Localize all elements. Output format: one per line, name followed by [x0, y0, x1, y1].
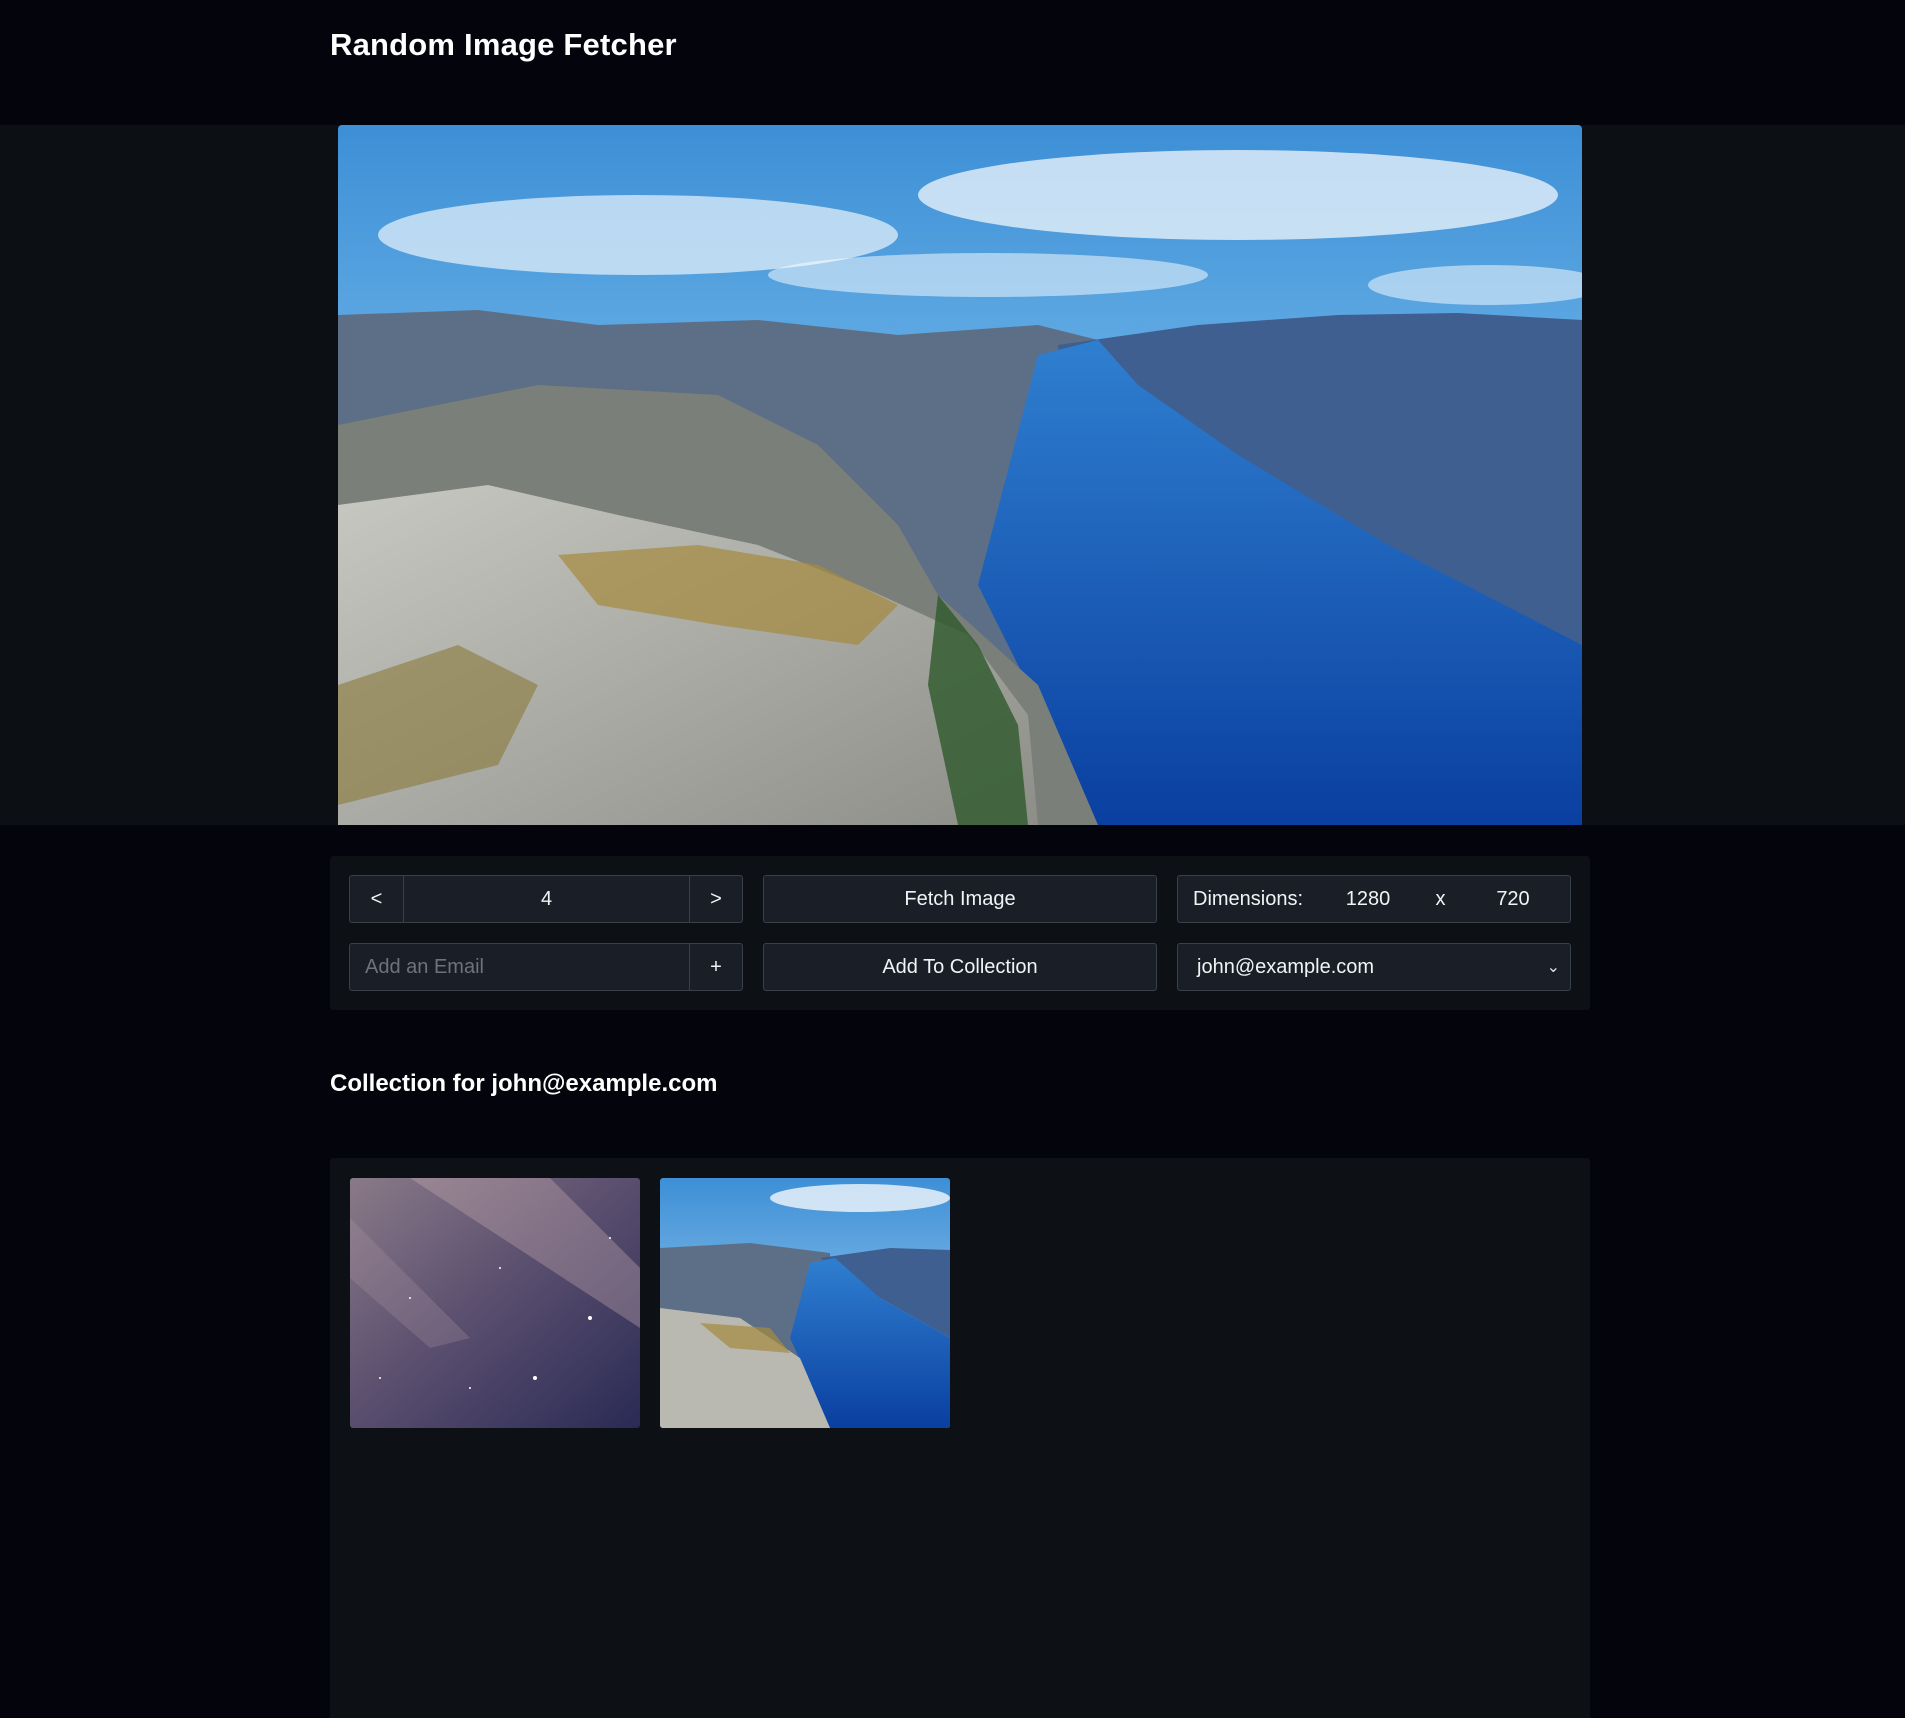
fjord-landscape-icon — [338, 125, 1582, 825]
page: Random Image Fetcher < 4 > Fetch Image D… — [0, 0, 1905, 1718]
chevron-down-icon: ⌄ — [1546, 959, 1560, 976]
times-separator: x — [1435, 887, 1446, 910]
fetch-image-button[interactable]: Fetch Image — [763, 875, 1157, 923]
height-value[interactable]: 720 — [1468, 888, 1558, 911]
image-index-value[interactable]: 4 — [404, 876, 689, 922]
user-email-select-value: john@example.com — [1197, 955, 1375, 978]
collection-item[interactable] — [660, 1178, 950, 1428]
image-index-stepper: < 4 > — [349, 875, 743, 923]
user-email-select[interactable]: john@example.com ⌄ — [1177, 943, 1571, 991]
fjord-landscape-icon — [660, 1178, 950, 1428]
add-to-collection-button[interactable]: Add To Collection — [763, 943, 1157, 991]
dimensions-field: Dimensions: 1280 x 720 — [1177, 875, 1571, 923]
night-sky-icon — [350, 1178, 640, 1428]
current-image — [338, 125, 1582, 825]
app-title: Random Image Fetcher — [330, 27, 677, 62]
email-input-group: + — [349, 943, 743, 991]
add-email-button[interactable]: + — [689, 944, 742, 990]
previous-image-button[interactable]: < — [350, 876, 404, 922]
dimensions-label: Dimensions: — [1193, 887, 1304, 910]
email-input[interactable] — [350, 944, 689, 990]
next-image-button[interactable]: > — [689, 876, 742, 922]
width-value[interactable]: 1280 — [1323, 888, 1413, 911]
collection-item[interactable] — [350, 1178, 640, 1428]
collection-title: Collection for john@example.com — [330, 1070, 718, 1097]
